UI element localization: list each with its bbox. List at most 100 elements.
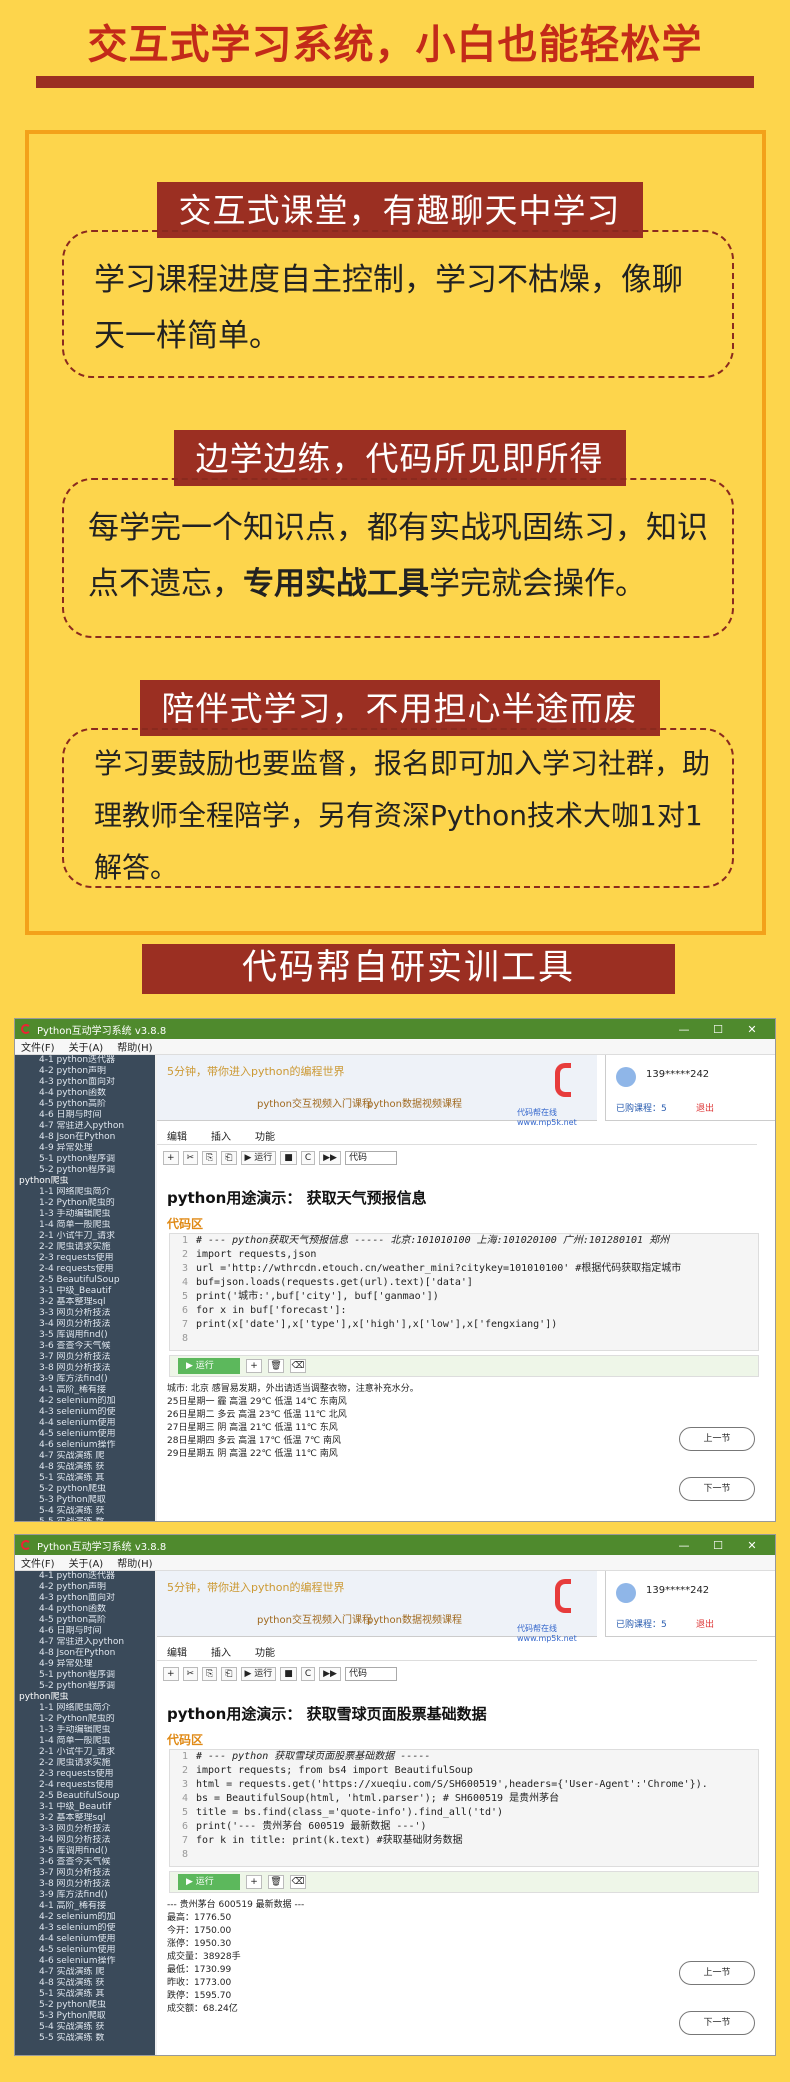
- code-line[interactable]: 4 bs = BeautifulSoup(html, 'html.parser')…: [170, 1792, 758, 1806]
- sidebar-lesson[interactable]: 3-9 库方法find(): [15, 1374, 155, 1385]
- toolbar-button[interactable]: C: [300, 1667, 316, 1681]
- sidebar-lesson[interactable]: 5-3 Python爬取: [15, 1495, 155, 1506]
- code-line[interactable]: 7 for k in title: print(k.text) #获取基础财务数据: [170, 1834, 758, 1848]
- code-line[interactable]: 2 import requests; from bs4 import Beauti…: [170, 1764, 758, 1778]
- sidebar-lesson[interactable]: 5-4 实战演练 获: [15, 2022, 155, 2033]
- sidebar-lesson[interactable]: 3-4 网页分析技法: [15, 1835, 155, 1846]
- sidebar-lesson[interactable]: 3-7 网页分析技法: [15, 1868, 155, 1879]
- sidebar-lesson[interactable]: 5-5 实战演练 数: [15, 2033, 155, 2044]
- code-line[interactable]: 6 for x in buf['forecast']:: [170, 1304, 758, 1318]
- sidebar-lesson[interactable]: 5-4 实战演练 获: [15, 1506, 155, 1517]
- code-editor[interactable]: 1 # --- python 获取雪球页面股票基础数据 ----- 2 import …: [169, 1749, 759, 1867]
- sidebar-lesson[interactable]: 5-1 实战演练 其: [15, 1473, 155, 1484]
- sidebar-lesson[interactable]: 4-5 selenium使用: [15, 1945, 155, 1956]
- add-cell-icon[interactable]: +: [246, 1359, 262, 1373]
- sidebar-lesson[interactable]: 4-7 实战演练 爬: [15, 1967, 155, 1978]
- ribbon-tab[interactable]: 编辑: [167, 1644, 187, 1659]
- minimize-icon[interactable]: —: [667, 1539, 701, 1552]
- course-banner[interactable]: 5分钟，带你进入python的编程世界 python交互视频入门课程 pytho…: [157, 1055, 597, 1127]
- code-line[interactable]: 7 print(x['date'],x['type'],x['high'],x[…: [170, 1318, 758, 1332]
- sidebar-lesson[interactable]: 5-1 python程序调: [15, 1154, 155, 1165]
- sidebar-lesson[interactable]: 2-5 BeautifulSoup: [15, 1275, 155, 1286]
- maximize-icon[interactable]: ☐: [701, 1539, 735, 1552]
- toolbar-button[interactable]: +: [163, 1667, 179, 1681]
- sidebar-lesson[interactable]: 3-9 库方法find(): [15, 1890, 155, 1901]
- sidebar-lesson[interactable]: 4-1 高阶_稀有接: [15, 1901, 155, 1912]
- sidebar-lesson[interactable]: 5-2 python程序调: [15, 1165, 155, 1176]
- toolbar-button[interactable]: ✂: [182, 1667, 199, 1681]
- sidebar-lesson[interactable]: 4-1 高阶_稀有接: [15, 1385, 155, 1396]
- sidebar-lesson[interactable]: 4-3 python面向对: [15, 1593, 155, 1604]
- toolbar-button[interactable]: ✂: [182, 1151, 199, 1165]
- sidebar-lesson[interactable]: 5-3 Python爬取: [15, 2011, 155, 2022]
- toolbar-button[interactable]: ⎗: [221, 1667, 237, 1681]
- sidebar-lesson[interactable]: 4-6 日期与时间: [15, 1110, 155, 1121]
- purchased-courses-link[interactable]: 已购课程：5: [616, 1101, 667, 1114]
- sidebar-lesson[interactable]: 4-9 异常处理: [15, 1143, 155, 1154]
- sidebar-lesson[interactable]: 4-8 实战演练 获: [15, 1462, 155, 1473]
- sidebar-lesson[interactable]: 4-6 日期与时间: [15, 1626, 155, 1637]
- sidebar-lesson[interactable]: 3-6 查查今天气候: [15, 1341, 155, 1352]
- code-line[interactable]: 8: [170, 1332, 758, 1346]
- code-line[interactable]: 6 print('--- 贵州茅台 600519 最新数据 ---'): [170, 1820, 758, 1834]
- prev-lesson-button[interactable]: 上一节: [679, 1961, 755, 1985]
- sidebar-lesson[interactable]: 3-5 库调用find(): [15, 1330, 155, 1341]
- menu-item[interactable]: 文件(F): [21, 1039, 55, 1054]
- menu-item[interactable]: 帮助(H): [117, 1039, 152, 1054]
- sidebar-lesson[interactable]: 4-1 python迭代器: [15, 1055, 155, 1066]
- sidebar-lesson[interactable]: 4-8 Json在Python: [15, 1648, 155, 1659]
- sidebar-lesson[interactable]: 4-8 实战演练 获: [15, 1978, 155, 1989]
- code-editor[interactable]: 1 # --- python获取天气预报信息 ----- 北京:101010100…: [169, 1233, 759, 1351]
- sidebar-lesson[interactable]: 3-8 网页分析技法: [15, 1879, 155, 1890]
- toolbar-button[interactable]: C: [300, 1151, 316, 1165]
- sidebar-lesson[interactable]: 4-8 Json在Python: [15, 1132, 155, 1143]
- delete-icon[interactable]: 🗑: [268, 1359, 284, 1373]
- code-line[interactable]: 3 url ='http://wthrcdn.etouch.cn/weather_…: [170, 1262, 758, 1276]
- menu-item[interactable]: 关于(A): [69, 1555, 104, 1570]
- menu-item[interactable]: 关于(A): [69, 1039, 104, 1054]
- toolbar-button[interactable]: ▶ 运行: [240, 1667, 277, 1681]
- menu-item[interactable]: 帮助(H): [117, 1555, 152, 1570]
- sidebar-lesson[interactable]: 1-1 网络爬虫简介: [15, 1703, 155, 1714]
- ribbon-tab[interactable]: 编辑: [167, 1128, 187, 1143]
- toolbar-button[interactable]: +: [163, 1151, 179, 1165]
- delete-icon[interactable]: 🗑: [268, 1875, 284, 1889]
- close-icon[interactable]: ✕: [735, 1539, 769, 1552]
- sidebar-lesson[interactable]: 5-1 实战演练 其: [15, 1989, 155, 2000]
- toolbar-button[interactable]: ⎗: [221, 1151, 237, 1165]
- sidebar-lesson[interactable]: 2-4 requests使用: [15, 1780, 155, 1791]
- code-line[interactable]: 1 # --- python 获取雪球页面股票基础数据 -----: [170, 1750, 758, 1764]
- run-button[interactable]: ▶ 运行: [178, 1358, 240, 1374]
- sidebar-lesson[interactable]: 1-2 Python爬虫的: [15, 1714, 155, 1725]
- sidebar-lesson[interactable]: 3-7 网页分析技法: [15, 1352, 155, 1363]
- code-line[interactable]: 5 title = bs.find(class_='quote-info').fi…: [170, 1806, 758, 1820]
- sidebar-lesson[interactable]: 1-3 手动编辑爬虫: [15, 1725, 155, 1736]
- sidebar-lesson[interactable]: 2-2 爬虫请求实施: [15, 1242, 155, 1253]
- sidebar-lesson[interactable]: 4-5 python高阶: [15, 1099, 155, 1110]
- prev-lesson-button[interactable]: 上一节: [679, 1427, 755, 1451]
- sidebar-lesson[interactable]: 4-4 python函数: [15, 1088, 155, 1099]
- cell-type-select[interactable]: 代码: [344, 1667, 397, 1681]
- sidebar-lesson[interactable]: 4-1 python迭代器: [15, 1571, 155, 1582]
- sidebar-lesson[interactable]: 3-1 中级_Beautif: [15, 1286, 155, 1297]
- run-button[interactable]: ▶ 运行: [178, 1874, 240, 1890]
- sidebar-lesson[interactable]: 4-6 selenium操作: [15, 1440, 155, 1451]
- sidebar-lesson[interactable]: 3-2 基本整理sql: [15, 1297, 155, 1308]
- close-icon[interactable]: ✕: [735, 1023, 769, 1036]
- ribbon-tab[interactable]: 插入: [211, 1644, 231, 1659]
- sidebar-lesson[interactable]: 5-5 实战演练 数: [15, 1517, 155, 1521]
- sidebar-lesson[interactable]: 4-2 selenium的加: [15, 1396, 155, 1407]
- toolbar-button[interactable]: ▶ 运行: [240, 1151, 277, 1165]
- code-line[interactable]: 2 import requests,json: [170, 1248, 758, 1262]
- sidebar-lesson[interactable]: 4-5 python高阶: [15, 1615, 155, 1626]
- sidebar-lesson[interactable]: 4-9 异常处理: [15, 1659, 155, 1670]
- sidebar-lesson[interactable]: 5-1 python程序调: [15, 1670, 155, 1681]
- toolbar-button[interactable]: ⎘: [202, 1667, 218, 1681]
- sidebar-lesson[interactable]: 4-3 selenium的使: [15, 1407, 155, 1418]
- sidebar-lesson[interactable]: 3-5 库调用find(): [15, 1846, 155, 1857]
- toolbar-button[interactable]: ▶▶: [319, 1151, 341, 1165]
- sidebar-lesson[interactable]: 4-4 python函数: [15, 1604, 155, 1615]
- window-titlebar[interactable]: Python互动学习系统 v3.8.8 — ☐ ✕: [15, 1019, 775, 1039]
- purchased-courses-link[interactable]: 已购课程：5: [616, 1617, 667, 1630]
- sidebar-lesson[interactable]: python爬虫: [15, 1692, 155, 1703]
